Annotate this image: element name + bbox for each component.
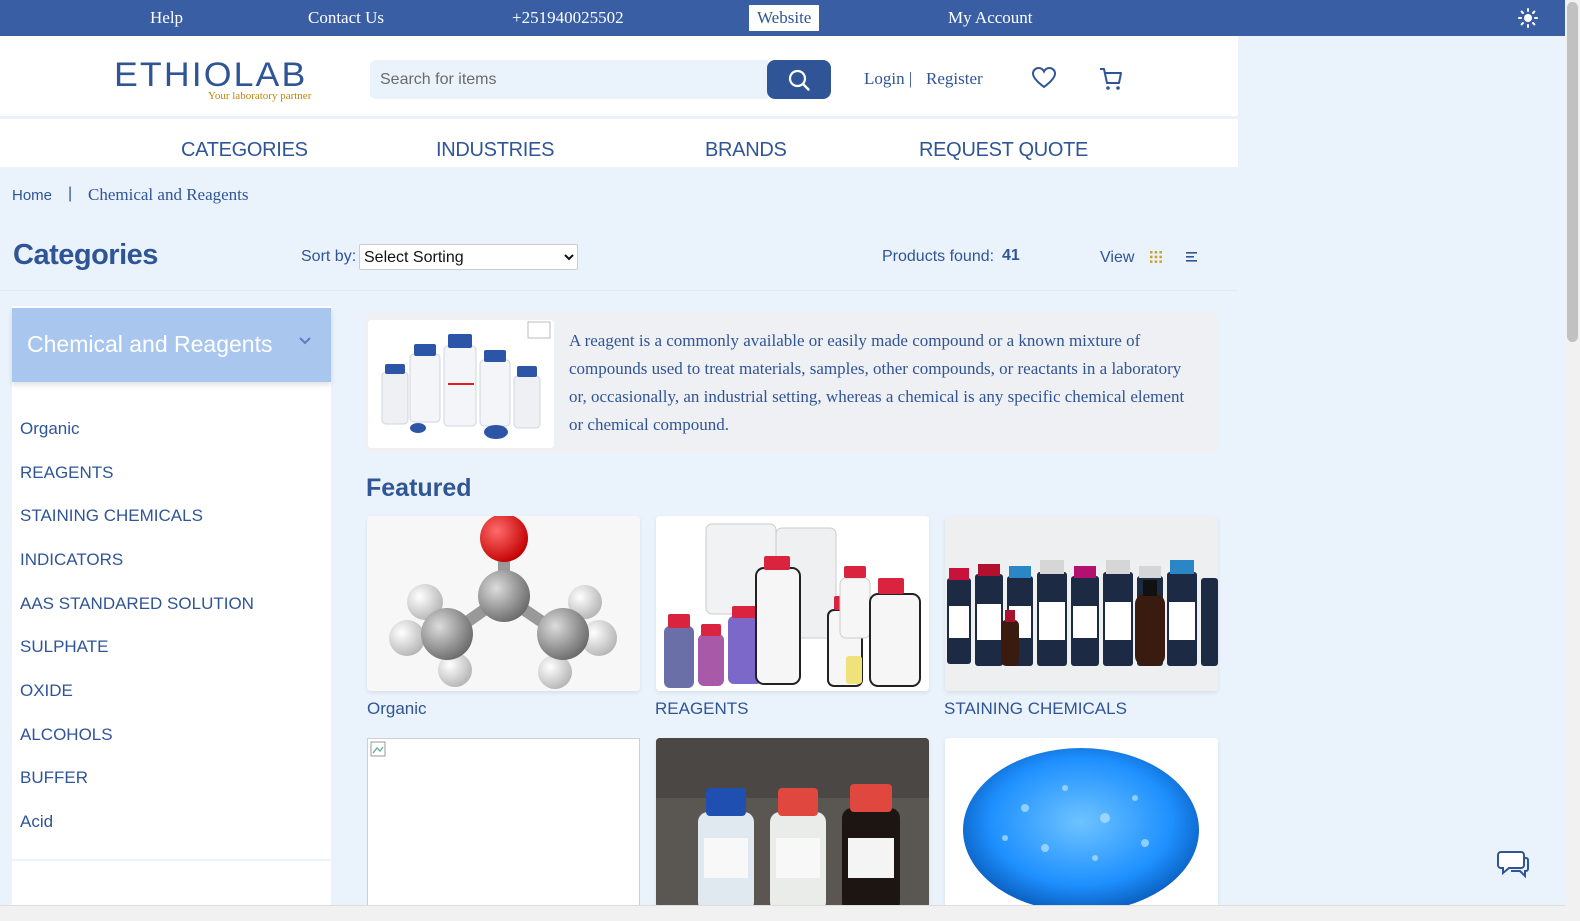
list-view-icon[interactable] [1186,251,1198,263]
site-header: ETHIOLAB Your laboratory partner Login |… [0,36,1238,116]
featured-card-staining-chemicals[interactable] [945,516,1218,691]
nav-brands[interactable]: BRANDS [705,139,787,162]
nav-request-quote[interactable]: REQUEST QUOTE [919,139,1088,162]
products-found-label: Products found: [882,248,995,265]
featured-card-label[interactable]: REAGENTS [655,699,749,719]
category-dropdown-label: Chemical and Reagents [27,331,273,357]
view-label: View [1100,249,1135,266]
sidebar-item-staining-chemicals[interactable]: STAINING CHEMICALS [20,506,203,526]
sidebar-item-organic[interactable]: Organic [20,419,80,439]
search-input[interactable] [370,60,768,99]
toolbar-divider [0,290,1238,291]
products-found-count: 41 [1002,247,1020,264]
logo-tagline: Your laboratory partner [208,90,312,102]
broken-image-placeholder[interactable] [367,738,640,908]
breadcrumb-home[interactable]: Home [12,187,52,204]
sort-select[interactable]: Select Sorting [359,244,578,270]
sidebar-item-acid[interactable]: Acid [20,812,53,832]
sidebar-item-oxide[interactable]: OXIDE [20,681,73,701]
sidebar-item-indicators[interactable]: INDICATORS [20,550,123,570]
category-description: A reagent is a commonly available or eas… [569,331,1185,434]
featured-heading: Featured [366,474,472,502]
featured-card-label[interactable]: Organic [367,699,427,719]
reagent-bottles-image [656,516,929,691]
register-link[interactable]: Register [926,69,983,89]
chevron-down-icon [299,337,311,345]
nav-categories[interactable]: CATEGORIES [181,139,308,162]
reagent-bottles-image [368,320,554,448]
category-dropdown[interactable]: Chemical and Reagents [12,308,331,382]
solution-bottles-image [656,738,929,908]
heart-icon[interactable] [1031,66,1057,90]
search-button[interactable] [767,60,831,99]
featured-card-solutions[interactable] [656,738,929,908]
cart-icon[interactable] [1098,66,1124,92]
featured-card-reagents[interactable] [656,516,929,691]
blue-crystals-image [945,738,1218,908]
website-link[interactable]: Website [749,5,820,31]
phone-link[interactable]: +251940025502 [512,0,624,36]
nav-industries[interactable]: INDUSTRIES [436,139,554,162]
login-link[interactable]: Login | [864,69,912,89]
featured-card-label[interactable]: STAINING CHEMICALS [944,699,1127,719]
broken-image-icon [370,741,386,757]
search-icon [788,69,810,91]
sidebar-item-reagents[interactable]: REAGENTS [20,463,114,483]
contact-link[interactable]: Contact Us [308,0,384,36]
breadcrumb-separator: | [68,185,73,202]
sidebar-divider [12,859,331,861]
chat-icon[interactable] [1497,849,1529,879]
featured-card-crystals[interactable] [945,738,1218,908]
horizontal-scrollbar[interactable] [0,905,1565,921]
molecule-image [367,516,640,691]
scrollbar-thumb[interactable] [1567,2,1578,342]
sidebar-item-sulphate[interactable]: SULPHATE [20,637,109,657]
help-link[interactable]: Help [150,0,183,36]
my-account-link[interactable]: My Account [948,0,1033,36]
breadcrumb-current: Chemical and Reagents [88,185,249,204]
sidebar-item-aas-standard-solution[interactable]: AAS STANDARED SOLUTION [20,594,254,614]
staining-bottles-image [945,516,1218,691]
top-bar: Help Contact Us +251940025502 Website My… [0,0,1565,36]
sidebar-item-buffer[interactable]: BUFFER [20,768,88,788]
grid-view-icon[interactable] [1150,251,1162,263]
featured-card-organic[interactable] [367,516,640,691]
sort-label: Sort by: [301,248,357,265]
page-title: Categories [13,239,158,271]
sun-icon[interactable] [1518,8,1538,28]
sidebar-item-alcohols[interactable]: ALCOHOLS [20,725,113,745]
